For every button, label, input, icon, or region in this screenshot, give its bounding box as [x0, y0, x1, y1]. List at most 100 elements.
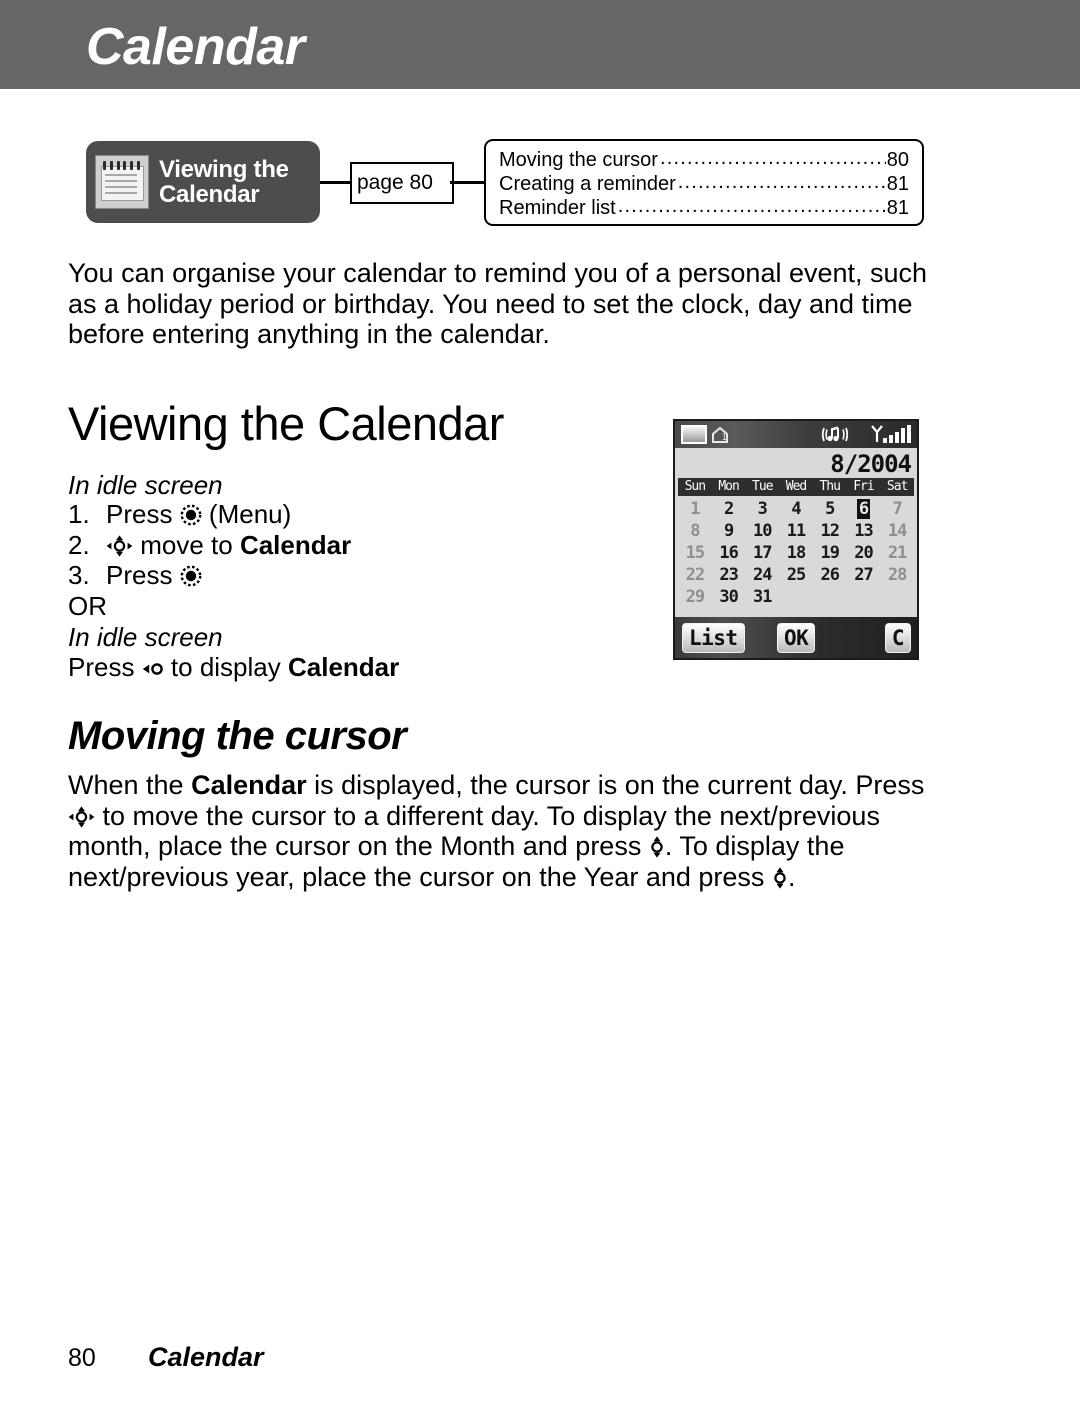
- phone-screen-illustration: 1 8/2004 Sun Mon Tue Wed Thu Fri Sat 1 2…: [673, 419, 919, 660]
- softkey-middle-ok[interactable]: OK: [777, 622, 816, 653]
- calendar-day-cell: 28: [887, 565, 907, 585]
- steps-list: 1. Press (Menu) 2. move to Calendar 3. P…: [68, 499, 628, 591]
- calendar-day-cell: 23: [719, 565, 738, 585]
- calendar-day-cell: 29: [685, 587, 705, 607]
- section-heading-viewing-the-calendar: Viewing the Calendar: [68, 397, 504, 450]
- calendar-day-cell: 25: [786, 565, 806, 585]
- footer-chapter-name: Calendar: [148, 1342, 264, 1372]
- weekday-label: Thu: [819, 479, 840, 494]
- calendar-day-cell: 27: [854, 565, 873, 585]
- badge-label: Viewing the Calendar: [159, 157, 289, 207]
- calendar-day-cell: 24: [753, 565, 772, 585]
- calendar-week-row: 8 9 10 11 12 13 14: [678, 520, 914, 542]
- page-reference-box: page 80: [350, 162, 454, 204]
- softkey-right-clear[interactable]: C: [884, 622, 911, 653]
- toc-leader-dots: ........................................…: [677, 171, 886, 193]
- para2-bold-calendar: Calendar: [191, 770, 307, 800]
- nav-4way-key-icon: [68, 804, 95, 828]
- calendar-day-cell: 19: [820, 543, 839, 563]
- page-title: Calendar: [86, 18, 305, 76]
- calendar-day-cell: 11: [786, 521, 806, 541]
- moving-the-cursor-paragraph: When the Calendar is displayed, the curs…: [68, 770, 934, 892]
- nav-4way-key-icon: [106, 533, 133, 557]
- calendar-day-cell: 4: [791, 499, 801, 519]
- softkey-left-list[interactable]: List: [682, 622, 745, 653]
- weekday-label: Fri: [853, 479, 874, 494]
- toc-entry-page: 80: [886, 149, 909, 171]
- toc-entry-page: 81: [886, 197, 909, 219]
- nav-updown-key-icon: [649, 834, 665, 858]
- svg-text:1: 1: [722, 433, 727, 443]
- calendar-day-cell: 20: [854, 543, 873, 563]
- step-text: move to Calendar: [106, 530, 351, 561]
- calendar-month-year: 8/2004: [830, 450, 912, 478]
- toc-entry-label: Creating a reminder: [499, 173, 676, 195]
- calendar-day-cell: 22: [685, 565, 705, 585]
- or-label: OR: [68, 591, 107, 621]
- alternate-instruction: Press to display Calendar: [68, 652, 399, 683]
- battery-icon: [681, 425, 707, 444]
- para2-part-a: When the: [68, 770, 192, 800]
- badge-label-line2: Calendar: [159, 181, 260, 208]
- calendar-day-grid: 1 2 3 4 5 6 7 8 9 10 11 12 13 14 15 16 1…: [678, 498, 914, 608]
- weekday-label: Sat: [886, 479, 908, 494]
- toc-leader-dots: ........................................…: [617, 195, 886, 217]
- calendar-day-cell: 1: [690, 499, 700, 519]
- nav-updown-key-icon: [772, 865, 788, 889]
- calendar-day-cell: 9: [723, 521, 734, 541]
- calendar-day-cell-empty: [847, 586, 881, 608]
- badge-connector-line-right: [450, 181, 486, 184]
- calendar-day-cell: 8: [690, 521, 700, 541]
- idle-screen-label-2: In idle screen: [68, 622, 223, 652]
- badge-label-line1: Viewing the: [159, 156, 289, 183]
- phone-status-bar: 1: [675, 421, 917, 448]
- step-text-after: (Menu): [201, 499, 292, 529]
- section-badge: Viewing the Calendar: [86, 141, 320, 223]
- home-icon: 1: [711, 425, 730, 444]
- section-heading-moving-the-cursor: Moving the cursor: [68, 714, 407, 758]
- calendar-week-row: 15 16 17 18 19 20 21: [678, 542, 914, 564]
- signal-icon: [870, 424, 912, 445]
- step-text-bold: Calendar: [239, 529, 352, 560]
- weekday-label: Sun: [684, 479, 706, 494]
- calendar-day-cell: 21: [887, 543, 907, 563]
- calendar-day-cell-empty: [880, 586, 914, 608]
- step-text: Press (Menu): [106, 499, 291, 530]
- section-toc-box: Moving the cursor ......................…: [484, 139, 924, 226]
- weekday-label: Mon: [718, 479, 739, 494]
- toc-entry-label: Moving the cursor: [499, 149, 658, 171]
- toc-entry: Moving the cursor ......................…: [499, 147, 909, 172]
- phone-softkey-bar: List OK C: [675, 617, 917, 658]
- step-number: 3.: [68, 560, 90, 590]
- calendar-day-cell: 7: [892, 499, 903, 519]
- step-number: 2.: [68, 529, 90, 560]
- toc-entry: Creating a reminder ....................…: [499, 171, 909, 196]
- step-text-before: Press: [106, 560, 180, 590]
- calendar-week-row: 1 2 3 4 5 6 7: [678, 498, 914, 520]
- alt-text-before: Press: [68, 652, 142, 682]
- calendar-icon: [95, 155, 149, 209]
- calendar-week-row: 29 30 31: [678, 586, 914, 608]
- step-number: 1.: [68, 499, 90, 529]
- step-item: 3. Press: [68, 560, 628, 591]
- idle-screen-label: In idle screen: [68, 470, 223, 500]
- calendar-day-cell-selected-value: 6: [856, 499, 871, 519]
- calendar-week-row: 22 23 24 25 26 27 28: [678, 564, 914, 586]
- step-text-before: Press: [106, 499, 180, 529]
- calendar-day-cell: 2: [723, 499, 734, 519]
- weekday-label: Tue: [752, 479, 773, 494]
- calendar-day-cell-empty: [813, 586, 847, 608]
- calendar-day-cell: 26: [820, 565, 839, 585]
- select-key-icon: [180, 565, 202, 587]
- calendar-day-cell: 3: [757, 499, 768, 519]
- calendar-day-cell: 16: [719, 543, 738, 563]
- calendar-day-cell-selected: 6: [847, 498, 881, 520]
- left-key-icon: [142, 653, 164, 675]
- toc-entry: Reminder list ..........................…: [499, 195, 909, 220]
- calendar-day-cell: 18: [786, 543, 806, 563]
- step-text-after: move to: [133, 529, 240, 560]
- step-text: Press: [106, 560, 202, 591]
- footer-page-number: 80: [68, 1344, 96, 1372]
- calendar-weekday-header: Sun Mon Tue Wed Thu Fri Sat: [678, 478, 914, 496]
- para2-part-f: .: [787, 861, 796, 892]
